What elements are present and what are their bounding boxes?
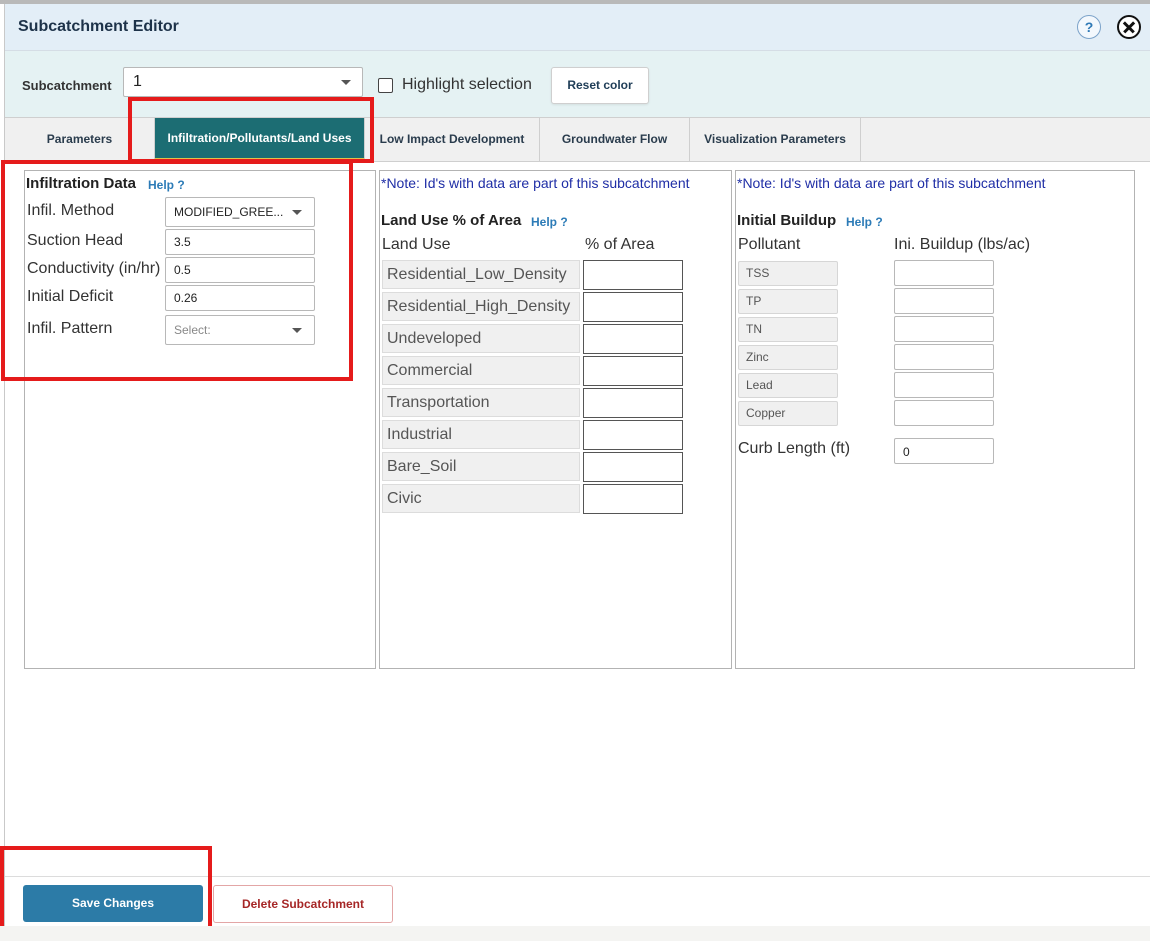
tab-parameters[interactable]: Parameters: [5, 118, 155, 161]
land-use-help-link[interactable]: Help ?: [531, 215, 568, 229]
land-use-percent-input[interactable]: [583, 356, 683, 386]
buildup-input[interactable]: [894, 260, 994, 286]
chevron-down-icon: [341, 80, 351, 85]
tab-bar: Parameters Infiltration/Pollutants/Land …: [5, 117, 1150, 162]
conductivity-label: Conductivity (in/hr): [27, 260, 161, 277]
highlight-selection-checkbox[interactable]: [378, 78, 393, 93]
pollutant-name: Zinc: [738, 345, 838, 370]
land-use-column-header: Land Use: [382, 236, 451, 253]
land-use-note: *Note: Id's with data are part of this s…: [381, 175, 690, 191]
subcatchment-select[interactable]: 1: [123, 67, 363, 97]
land-use-percent-input[interactable]: [583, 324, 683, 354]
buildup-input[interactable]: [894, 288, 994, 314]
buildup-input[interactable]: [894, 344, 994, 370]
percent-area-column-header: % of Area: [585, 236, 655, 253]
subcatchment-select-value: 1: [133, 73, 142, 90]
delete-subcatchment-button[interactable]: Delete Subcatchment: [213, 885, 393, 923]
land-use-name: Undeveloped: [382, 324, 580, 353]
curb-length-label: Curb Length (ft): [738, 440, 851, 457]
buildup-input[interactable]: [894, 400, 994, 426]
land-use-name: Residential_High_Density: [382, 292, 580, 321]
infil-method-select[interactable]: MODIFIED_GREE...: [165, 197, 315, 227]
chevron-down-icon: [292, 210, 302, 215]
suction-head-input[interactable]: 3.5: [165, 229, 315, 255]
title-bar: Subcatchment Editor ?: [5, 4, 1150, 51]
initial-deficit-label: Initial Deficit: [27, 288, 114, 305]
land-use-name: Residential_Low_Density: [382, 260, 580, 289]
conductivity-input[interactable]: 0.5: [165, 257, 315, 283]
dialog-footer: Save Changes Delete Subcatchment: [5, 876, 1150, 929]
land-use-name: Transportation: [382, 388, 580, 417]
infil-pattern-select[interactable]: Select:: [165, 315, 315, 345]
initial-buildup-heading: Initial Buildup: [737, 212, 837, 229]
buildup-input[interactable]: [894, 316, 994, 342]
pollutant-name: Copper: [738, 401, 838, 426]
infiltration-heading: Infiltration Data: [26, 175, 137, 192]
pollutant-name: TSS: [738, 261, 838, 286]
dialog-title: Subcatchment Editor: [18, 18, 179, 35]
buildup-input[interactable]: [894, 372, 994, 398]
infil-pattern-label: Infil. Pattern: [27, 320, 113, 337]
land-use-percent-input[interactable]: [583, 388, 683, 418]
initial-deficit-input[interactable]: 0.26: [165, 285, 315, 311]
infil-pattern-placeholder: Select:: [174, 323, 211, 337]
pollutant-name: Lead: [738, 373, 838, 398]
pollutant-name: TP: [738, 289, 838, 314]
land-use-heading: Land Use % of Area: [381, 212, 522, 229]
land-use-percent-input[interactable]: [583, 484, 683, 514]
infil-method-label: Infil. Method: [27, 202, 115, 219]
tab-groundwater-flow[interactable]: Groundwater Flow: [540, 118, 690, 161]
tab-infiltration-pollutants-land-uses[interactable]: Infiltration/Pollutants/Land Uses: [155, 118, 365, 161]
land-use-name: Civic: [382, 484, 580, 513]
land-use-percent-input[interactable]: [583, 292, 683, 322]
land-use-name: Bare_Soil: [382, 452, 580, 481]
land-use-percent-input[interactable]: [583, 420, 683, 450]
tab-visualization-parameters[interactable]: Visualization Parameters: [690, 118, 861, 161]
land-use-percent-input[interactable]: [583, 260, 683, 290]
land-use-name: Commercial: [382, 356, 580, 385]
reset-color-button[interactable]: Reset color: [551, 67, 649, 104]
buildup-note: *Note: Id's with data are part of this s…: [737, 175, 1046, 191]
close-icon[interactable]: [1117, 15, 1141, 39]
subcatchment-label: Subcatchment: [22, 78, 112, 93]
ini-buildup-column-header: Ini. Buildup (lbs/ac): [894, 236, 1031, 253]
chevron-down-icon: [292, 328, 302, 333]
help-icon[interactable]: ?: [1077, 15, 1101, 39]
initial-buildup-help-link[interactable]: Help ?: [846, 215, 883, 229]
pollutant-name: TN: [738, 317, 838, 342]
subcatchment-bar: Subcatchment 1 Highlight selection Reset…: [5, 51, 1150, 117]
curb-length-input[interactable]: 0: [894, 438, 994, 464]
infiltration-help-link[interactable]: Help ?: [148, 178, 185, 192]
land-use-percent-input[interactable]: [583, 452, 683, 482]
save-changes-button[interactable]: Save Changes: [23, 885, 203, 922]
pollutant-column-header: Pollutant: [738, 236, 801, 253]
highlight-selection-label[interactable]: Highlight selection: [402, 76, 532, 94]
suction-head-label: Suction Head: [27, 232, 124, 249]
tab-low-impact-development[interactable]: Low Impact Development: [365, 118, 540, 161]
infil-method-value: MODIFIED_GREE...: [174, 205, 284, 219]
land-use-name: Industrial: [382, 420, 580, 449]
bottom-strip: [0, 926, 1150, 941]
